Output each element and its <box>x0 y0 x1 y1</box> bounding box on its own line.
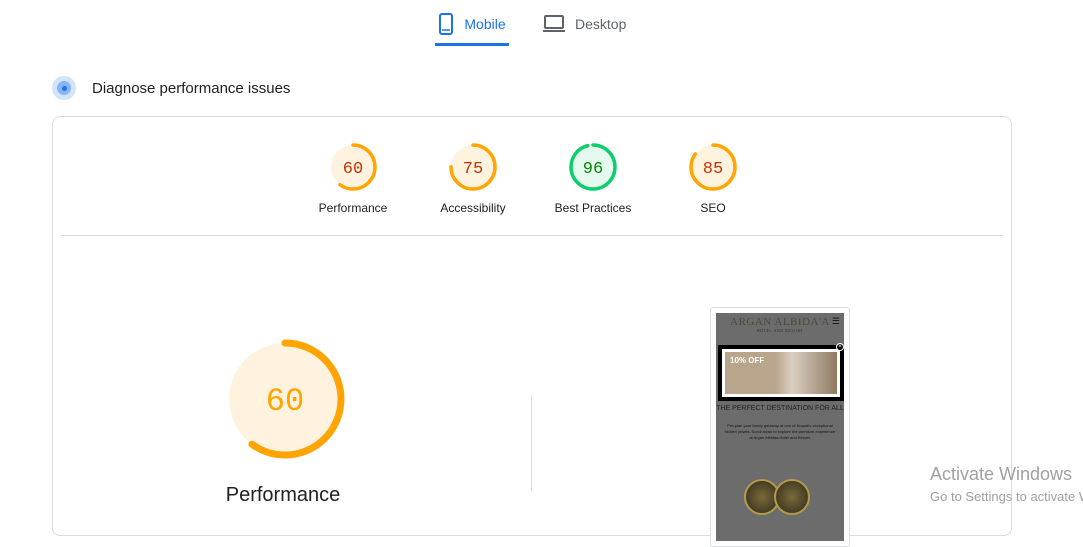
score-label: Accessibility <box>440 201 506 215</box>
score-value: 96 <box>583 160 603 179</box>
promo-popup: 10% OFF × <box>718 343 844 401</box>
tab-mobile[interactable]: Mobile <box>435 8 509 46</box>
page-screenshot: ARGAN ALBIDA'A HOTEL AND RESORT ☰ 10% OFF… <box>710 307 850 547</box>
award-badges <box>744 479 810 515</box>
score-label: Best Practices <box>554 201 632 215</box>
gauge-icon <box>52 76 76 100</box>
hamburger-icon: ☰ <box>831 316 840 326</box>
score-value: 85 <box>703 160 723 179</box>
screenshot-body: Pre-plan your family getaway at one of K… <box>725 423 835 440</box>
report-card: 60 Performance 75 Accessibility 96 Best Pra… <box>52 116 1012 547</box>
section-header: Diagnose performance issues <box>52 76 290 100</box>
score-gauge-accessibility[interactable]: 75 Accessibility <box>423 141 523 215</box>
tab-label: Mobile <box>464 16 506 32</box>
site-logo: ARGAN ALBIDA'A HOTEL AND RESORT <box>730 316 830 333</box>
score-value: 60 <box>266 383 304 420</box>
section-title: Diagnose performance issues <box>92 79 291 97</box>
windows-watermark: Activate Windows Go to Settings to activ… <box>930 464 1083 504</box>
performance-gauge-large: 60 <box>223 337 347 466</box>
tab-label: Desktop <box>575 16 627 32</box>
close-icon: × <box>836 343 844 351</box>
score-label: Performance <box>318 201 388 215</box>
laptop-icon <box>543 13 565 36</box>
vertical-divider <box>531 395 532 491</box>
score-gauge-best-practices[interactable]: 96 Best Practices <box>543 141 643 215</box>
score-label: SEO <box>700 201 726 215</box>
promo-text: 10% OFF <box>725 352 837 394</box>
performance-title: Performance <box>225 484 341 506</box>
divider <box>61 235 1003 236</box>
smartphone-icon <box>438 13 454 38</box>
tab-desktop[interactable]: Desktop <box>543 8 626 46</box>
screenshot-heading: THE PERFECT DESTINATION FOR ALL <box>716 405 844 412</box>
score-value: 75 <box>463 160 483 179</box>
score-gauge-performance[interactable]: 60 Performance <box>303 141 403 215</box>
score-value: 60 <box>343 160 363 179</box>
score-gauge-seo[interactable]: 85 SEO <box>663 141 763 215</box>
